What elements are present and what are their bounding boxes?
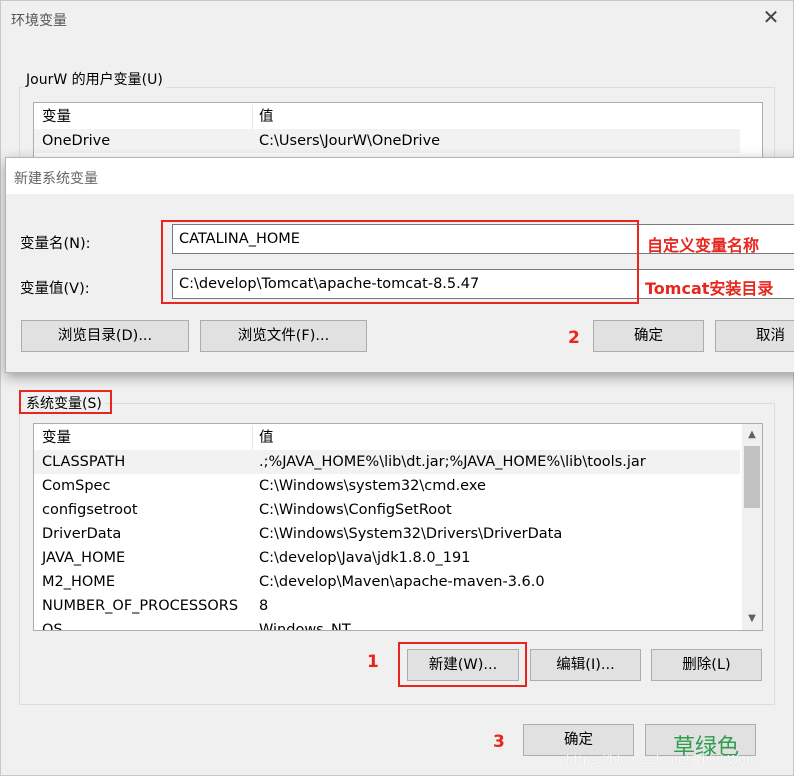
table-row[interactable]: JAVA_HOME C:\develop\Java\jdk1.8.0_191 bbox=[34, 546, 740, 570]
user-vars-label: JourW 的用户变量(U) bbox=[23, 69, 166, 89]
browse-file-button[interactable]: 浏览文件(F)... bbox=[200, 320, 367, 352]
user-vars-header: 变量 值 bbox=[34, 105, 762, 129]
delete-variable-button[interactable]: 删除(L) bbox=[651, 649, 762, 681]
var-value: C:\Windows\ConfigSetRoot bbox=[259, 502, 452, 518]
var-value: C:\Users\JourW\OneDrive bbox=[259, 133, 441, 149]
table-row[interactable]: configsetroot C:\Windows\ConfigSetRoot bbox=[34, 498, 740, 522]
column-header-value[interactable]: 值 bbox=[259, 426, 274, 450]
dialog-ok-button[interactable]: 确定 bbox=[593, 320, 704, 352]
var-name: ComSpec bbox=[42, 478, 111, 494]
browse-directory-button[interactable]: 浏览目录(D)... bbox=[21, 320, 189, 352]
dialog-title: 新建系统变量 bbox=[14, 171, 98, 187]
system-vars-list: 变量 值 CLASSPATH .;%JAVA_HOME%\lib\dt.jar;… bbox=[33, 423, 763, 631]
table-row[interactable]: NUMBER_OF_PROCESSORS 8 bbox=[34, 594, 740, 618]
table-row[interactable]: M2_HOME C:\develop\Maven\apache-maven-3.… bbox=[34, 570, 740, 594]
table-row[interactable]: ComSpec C:\Windows\system32\cmd.exe bbox=[34, 474, 740, 498]
var-name: OneDrive bbox=[42, 133, 111, 149]
table-row[interactable]: OS Windows_NT bbox=[34, 618, 740, 631]
dialog-cancel-button[interactable]: 取消 bbox=[715, 320, 794, 352]
system-vars-header: 变量 值 bbox=[34, 426, 740, 450]
fields-highlight bbox=[161, 220, 639, 304]
var-value: C:\Windows\system32\cmd.exe bbox=[259, 478, 486, 494]
value-hint: Tomcat安装目录 bbox=[645, 279, 774, 298]
scroll-up-icon[interactable]: ▲ bbox=[742, 426, 762, 443]
var-name: DriverData bbox=[42, 526, 122, 542]
watermark: https://blog.csdn.net/ThinkWon bbox=[566, 753, 754, 767]
dialog-title-bar bbox=[6, 158, 794, 194]
name-hint: 自定义变量名称 bbox=[647, 236, 760, 255]
var-name: NUMBER_OF_PROCESSORS bbox=[42, 598, 239, 614]
var-value: C:\develop\Java\jdk1.8.0_191 bbox=[259, 550, 471, 566]
var-name: M2_HOME bbox=[42, 574, 115, 590]
column-header-name[interactable]: 变量 bbox=[42, 426, 71, 450]
column-header-name[interactable]: 变量 bbox=[42, 105, 71, 129]
table-row[interactable]: OneDrive C:\Users\JourW\OneDrive bbox=[34, 129, 740, 153]
environment-variables-window: 环境变量 ✕ JourW 的用户变量(U) 变量 值 OneDrive C:\U… bbox=[0, 0, 794, 776]
column-header-value[interactable]: 值 bbox=[259, 105, 274, 129]
step-2-marker: 2 bbox=[568, 328, 580, 348]
var-value: .;%JAVA_HOME%\lib\dt.jar;%JAVA_HOME%\lib… bbox=[259, 454, 646, 470]
step-3-marker: 3 bbox=[493, 732, 505, 752]
table-row[interactable]: DriverData C:\Windows\System32\Drivers\D… bbox=[34, 522, 740, 546]
var-name: configsetroot bbox=[42, 502, 138, 518]
window-title: 环境变量 bbox=[11, 13, 67, 29]
edit-variable-button[interactable]: 编辑(I)... bbox=[530, 649, 641, 681]
ok-button[interactable]: 确定 bbox=[523, 724, 634, 756]
table-row[interactable]: CLASSPATH .;%JAVA_HOME%\lib\dt.jar;%JAVA… bbox=[34, 450, 740, 474]
variable-name-label: 变量名(N): bbox=[20, 236, 91, 252]
var-value: 8 bbox=[259, 598, 269, 614]
scroll-down-icon[interactable]: ▼ bbox=[742, 610, 762, 627]
var-name: JAVA_HOME bbox=[42, 550, 126, 566]
var-value: C:\Windows\System32\Drivers\DriverData bbox=[259, 526, 563, 542]
new-system-variable-dialog: 新建系统变量 变量名(N): CATALINA_HOME 变量值(V): C:\… bbox=[5, 157, 794, 373]
system-vars-highlight bbox=[19, 390, 112, 414]
step-1-marker: 1 bbox=[367, 652, 379, 672]
var-value: C:\develop\Maven\apache-maven-3.6.0 bbox=[259, 574, 545, 590]
close-icon[interactable]: ✕ bbox=[761, 7, 781, 27]
var-value: Windows_NT bbox=[259, 622, 351, 631]
scroll-thumb[interactable] bbox=[744, 446, 760, 508]
var-name: CLASSPATH bbox=[42, 454, 126, 470]
new-button-highlight bbox=[398, 642, 527, 687]
vertical-scrollbar[interactable]: ▲ ▼ bbox=[742, 424, 762, 630]
variable-value-label: 变量值(V): bbox=[20, 281, 90, 297]
var-name: OS bbox=[42, 622, 63, 631]
